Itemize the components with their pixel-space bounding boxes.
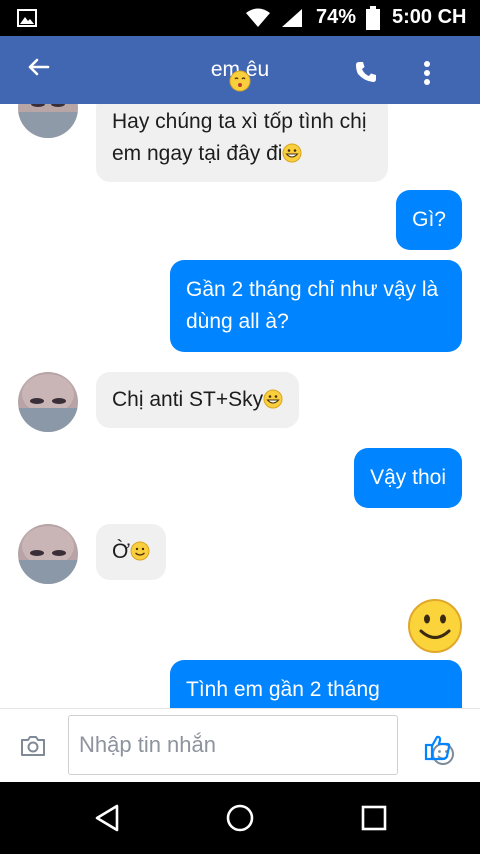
incoming-message[interactable]: Hay chúng ta xì tốp tình chị em ngay tại…: [96, 104, 388, 182]
message-input-box[interactable]: [68, 715, 454, 775]
avatar-image: [18, 372, 78, 432]
chat-header: em êu: [0, 36, 480, 104]
message-input[interactable]: [79, 728, 349, 762]
message-text: Hay chúng ta xì tốp tình chị em ngay tại…: [112, 110, 367, 165]
nav-recents-icon[interactable]: [361, 805, 387, 831]
message-text: Ờ: [112, 540, 131, 563]
clock: 5:00 CH: [392, 6, 467, 28]
avatar[interactable]: [18, 524, 78, 584]
smiling-face-icon: [130, 541, 150, 561]
kissing-face-icon: [229, 70, 251, 92]
grinning-face-icon: [282, 143, 302, 163]
large-smiley-icon: [408, 599, 462, 653]
outgoing-message[interactable]: Tình em gần 2 tháng: [170, 660, 462, 708]
avatar-image: [18, 524, 78, 584]
signal-icon: [282, 9, 302, 27]
message-text: Vậy thoi: [370, 466, 446, 489]
outgoing-message[interactable]: Vậy thoi: [354, 448, 462, 508]
camera-icon[interactable]: [20, 735, 46, 757]
avatar[interactable]: [18, 104, 78, 138]
battery-icon: [366, 6, 380, 30]
avatar-image: [18, 104, 78, 138]
message-text: Gần 2 tháng chỉ như vậy là dùng all à?: [186, 278, 439, 333]
nav-back-icon[interactable]: [94, 804, 120, 832]
navigation-bar: [0, 782, 480, 854]
message-list[interactable]: Hay chúng ta xì tốp tình chị em ngay tại…: [0, 104, 480, 708]
avatar[interactable]: [18, 372, 78, 432]
status-bar: 74% 5:00 CH: [0, 0, 480, 36]
incoming-message[interactable]: Ờ: [96, 524, 167, 580]
message-composer: [0, 708, 480, 782]
battery-percent: 74%: [316, 6, 357, 28]
message-text: Tình em gần 2 tháng: [186, 678, 380, 701]
image-notification-icon: [17, 9, 37, 27]
outgoing-message[interactable]: Gần 2 tháng chỉ như vậy là dùng all à?: [170, 260, 462, 352]
outgoing-message[interactable]: Gì?: [396, 190, 462, 250]
incoming-message[interactable]: Chị anti ST+Sky: [96, 372, 300, 428]
message-text: Gì?: [412, 208, 446, 231]
more-options-icon[interactable]: [422, 60, 432, 86]
message-text: Chị anti ST+Sky: [112, 388, 264, 411]
nav-home-icon[interactable]: [226, 804, 254, 832]
phone-call-icon[interactable]: [354, 60, 378, 84]
wifi-icon: [246, 8, 270, 27]
thumbs-up-icon[interactable]: [424, 733, 452, 761]
grinning-face-icon: [263, 389, 283, 409]
